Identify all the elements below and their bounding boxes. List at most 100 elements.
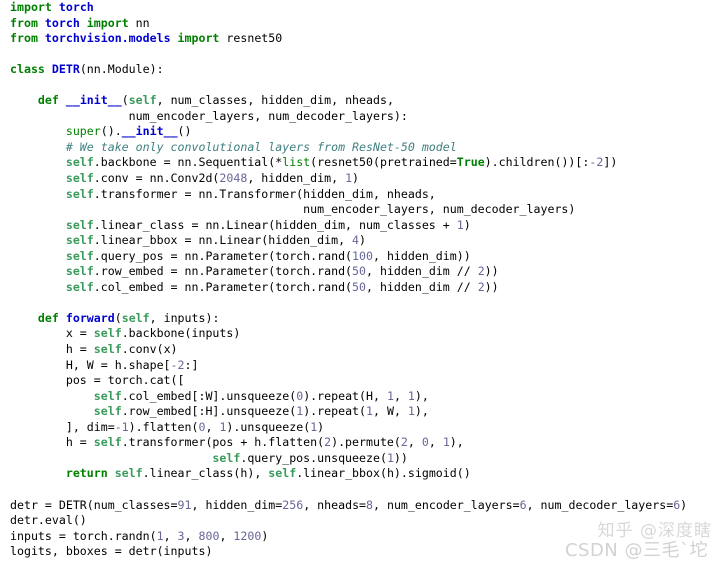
code-token-plain: .linear_bbox(h).sigmoid() [296, 466, 471, 481]
code-token-plain: ) [261, 528, 269, 543]
code-token-self: self [65, 217, 94, 232]
code-token-self: self [93, 326, 122, 341]
code-token-plain: .col_embed = nn.Parameter(torch.rand( [93, 279, 353, 294]
code-token-plain: ) [352, 171, 360, 186]
code-line: self.conv = nn.Conv2d(2048, hidden_dim, … [0, 171, 720, 187]
code-token-plain: .linear_class(h), [142, 466, 269, 481]
code-token-num: 1 [407, 388, 415, 403]
code-token-self: self [268, 466, 297, 481]
code-token-name: forward [65, 310, 115, 325]
code-token-self: self [65, 264, 94, 279]
code-token-plain: .query_pos = nn.Parameter(torch.rand( [93, 248, 353, 263]
code-token-plain: , num_decoder_layers= [526, 497, 674, 512]
code-token-num: -1 [114, 419, 129, 434]
code-line: h = self.transformer(pos + h.flatten(2).… [0, 435, 720, 451]
code-line: inputs = torch.randn(1, 3, 800, 1200) [0, 529, 720, 545]
code-token-plain: :] [184, 357, 199, 372]
code-line: super().__init__() [0, 124, 720, 140]
code-token-plain: , hidden_dim)) [372, 248, 471, 263]
code-token-plain: (nn.Module): [79, 62, 164, 77]
code-token-self: self [93, 435, 122, 450]
code-line: self.row_embed = nn.Parameter(torch.rand… [0, 264, 720, 280]
code-token-num: -2 [170, 357, 185, 372]
code-token-plain: ).repeat(H, [303, 388, 387, 403]
code-line: import torch [0, 0, 720, 16]
code-token-num: 1 [156, 528, 164, 543]
code-token-num: 2 [400, 435, 408, 450]
code-token-kw: import [177, 31, 220, 46]
code-line: from torch import nn [0, 16, 720, 32]
code-token-kw: from [10, 31, 38, 46]
code-token-num: 800 [198, 528, 220, 543]
code-token-plain: ).children())[: [484, 155, 590, 170]
code-line: self.query_pos.unsqueeze(1)) [0, 451, 720, 467]
code-token-mod: torchvision.models [44, 31, 171, 46]
code-token-num: 256 [282, 497, 304, 512]
code-token-plain: ) [680, 497, 688, 512]
code-line: self.transformer = nn.Transformer(hidden… [0, 187, 720, 203]
code-token-plain: nn [135, 15, 150, 30]
code-token-num: 6 [519, 497, 527, 512]
code-token-plain: , nheads= [303, 497, 367, 512]
code-token-self: self [128, 93, 157, 108]
code-token-num: 8 [366, 497, 374, 512]
code-token-plain: .transformer = nn.Transformer(hidden_dim… [93, 186, 436, 201]
code-token-plain: , [219, 528, 234, 543]
code-token-plain: .linear_bbox = nn.Linear(hidden_dim, [93, 233, 353, 248]
code-line: pos = torch.cat([ [0, 373, 720, 389]
code-token-plain: , [205, 419, 220, 434]
code-token-num: 4 [352, 233, 360, 248]
code-token-num: 91 [177, 497, 192, 512]
code-line: detr = DETR(num_classes=91, hidden_dim=2… [0, 498, 720, 514]
code-token-plain: , num_encoder_layers= [373, 497, 520, 512]
code-line: return self.linear_class(h), self.linear… [0, 466, 720, 482]
code-line: self.linear_bbox = nn.Linear(hidden_dim,… [0, 233, 720, 249]
code-token-plain: num_encoder_layers, num_decoder_layers) [10, 202, 576, 217]
code-token-num: 1200 [233, 528, 262, 543]
code-token-num: 50 [352, 279, 366, 294]
code-line: num_encoder_layers, num_decoder_layers) [0, 202, 720, 218]
code-line: h = self.conv(x) [0, 342, 720, 358]
code-token-plain: ( [114, 310, 122, 325]
code-token-num: 1 [407, 404, 415, 419]
code-token-plain: ), [449, 435, 464, 450]
code-token-num: 50 [352, 264, 366, 279]
code-token-plain: , hidden_dim= [191, 497, 283, 512]
code-token-num: 1 [386, 450, 394, 465]
code-token-plain: () [177, 124, 192, 139]
code-token-num: 2048 [219, 171, 248, 186]
code-token-plain: , num_classes, hidden_dim, nheads, [156, 93, 394, 108]
code-token-plain: h = [10, 342, 94, 357]
code-token-plain: ]) [603, 155, 618, 170]
code-line: detr.eval() [0, 513, 720, 529]
code-token-plain: h = [10, 435, 94, 450]
code-token-plain: pos = torch.cat([ [10, 373, 185, 388]
code-token-self: self [212, 450, 241, 465]
code-token-kw: class [10, 62, 45, 77]
code-token-name: __init__ [121, 124, 178, 139]
code-token-kw: return [65, 466, 108, 481]
code-token-plain: ).unsqueeze( [226, 419, 311, 434]
code-token-plain: .col_embed[:W].unsqueeze( [121, 388, 297, 403]
code-token-num: 2 [477, 279, 485, 294]
code-token-plain: ), [414, 404, 429, 419]
